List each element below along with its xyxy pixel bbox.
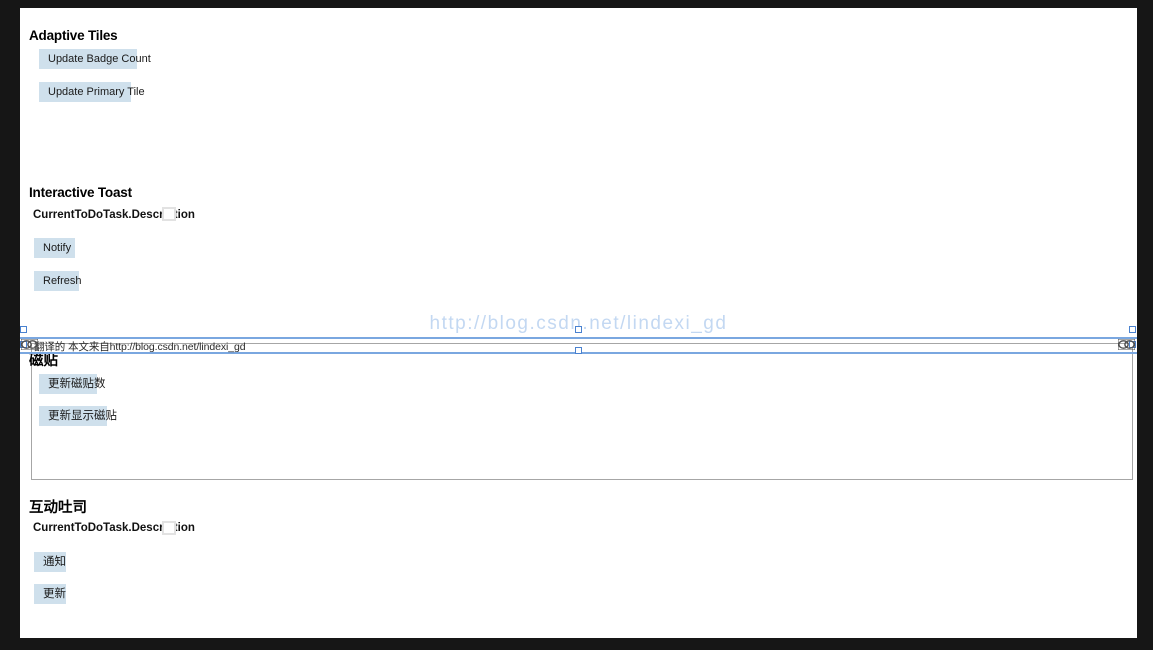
selection-handle-top-center[interactable]	[575, 326, 582, 333]
translated-update-primary-tile-button[interactable]: 更新显示磁贴	[39, 406, 117, 426]
notify-button[interactable]: Notify	[34, 238, 75, 258]
translated-update-badge-count-button[interactable]: 更新磁贴数	[39, 374, 106, 394]
adaptive-tiles-heading: Adaptive Tiles	[29, 28, 118, 43]
update-badge-count-button[interactable]: Update Badge Count	[39, 49, 151, 69]
screen-root: Adaptive Tiles Update Badge Count Update…	[0, 0, 1153, 650]
selection-handle-bottom-center[interactable]	[575, 347, 582, 354]
link-icon[interactable]	[21, 339, 38, 350]
translated-toast-heading: 互动吐司	[29, 500, 87, 516]
update-primary-tile-button[interactable]: Update Primary Tile	[39, 82, 145, 102]
selection-handle-top-left[interactable]	[20, 326, 27, 333]
translated-block-frame	[31, 343, 1133, 480]
current-todo-task-description-input[interactable]	[162, 207, 176, 221]
selection-handle-top-right[interactable]	[1129, 326, 1136, 333]
interactive-toast-heading: Interactive Toast	[29, 185, 132, 200]
app-page: Adaptive Tiles Update Badge Count Update…	[20, 8, 1137, 638]
translated-current-todo-task-description-input[interactable]	[162, 521, 176, 535]
link-icon[interactable]	[1118, 339, 1135, 350]
translated-refresh-button[interactable]: 更新	[34, 584, 66, 604]
refresh-button[interactable]: Refresh	[34, 271, 82, 291]
translation-note-text: 翻译的 本文来自http://blog.csdn.net/lindexi_gd	[34, 341, 246, 353]
translated-notify-button[interactable]: 通知	[34, 552, 66, 572]
